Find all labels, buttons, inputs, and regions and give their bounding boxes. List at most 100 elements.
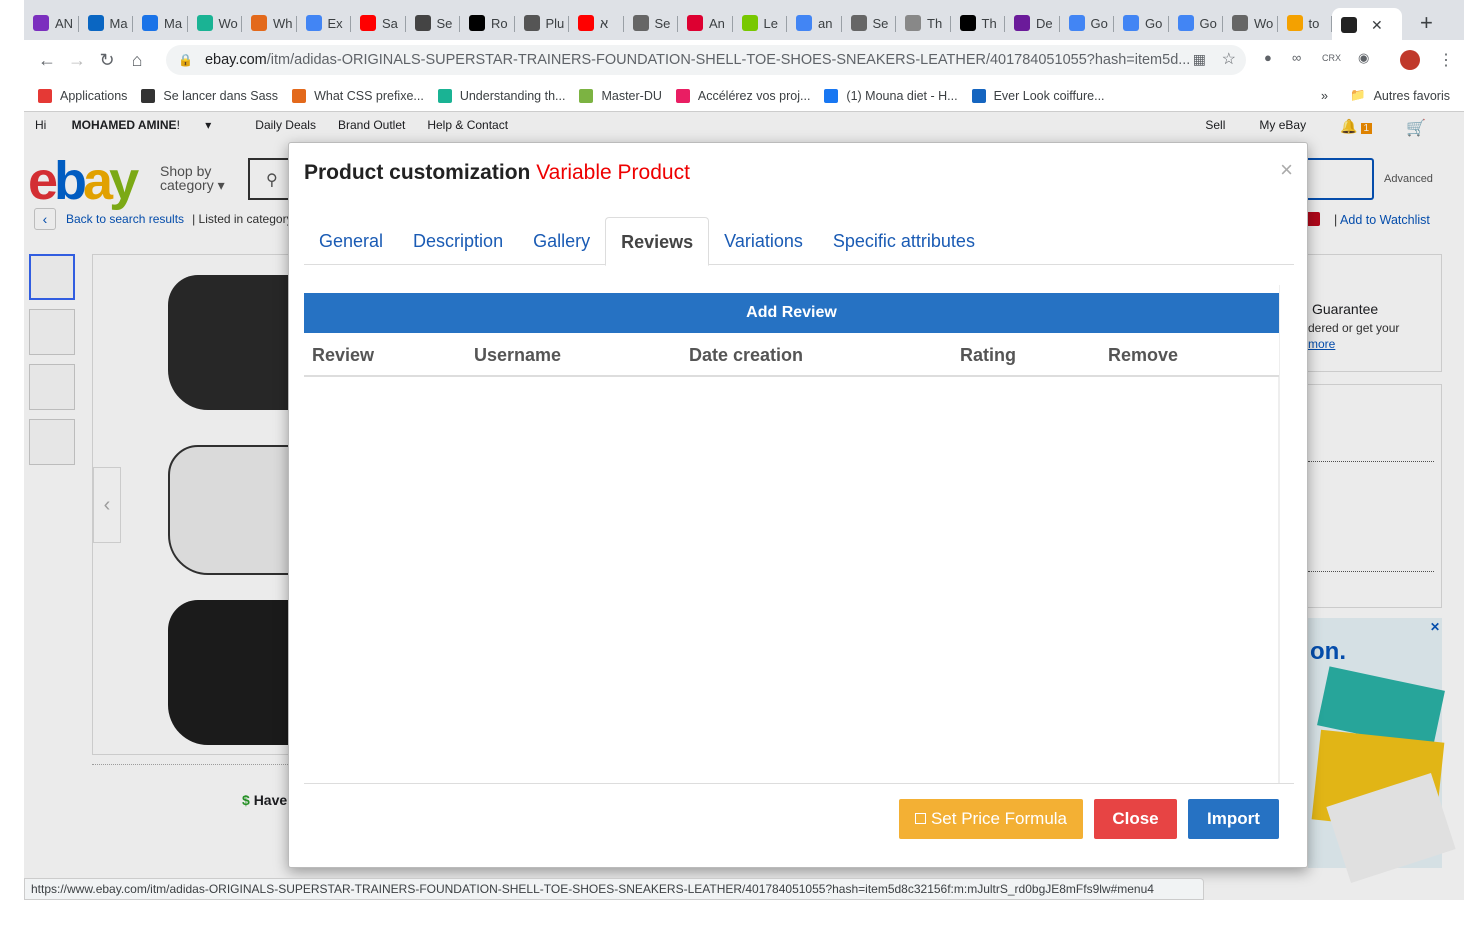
- browser-tab[interactable]: Wh: [242, 8, 297, 38]
- bookmark-item[interactable]: Ever Look coiffure...: [971, 88, 1105, 103]
- set-price-formula-button[interactable]: Set Price Formula: [899, 799, 1083, 839]
- tab-title: De: [1036, 15, 1053, 31]
- browser-tab[interactable]: an: [787, 8, 842, 38]
- browser-tab[interactable]: Se: [406, 8, 461, 38]
- tab-description[interactable]: Description: [398, 217, 518, 265]
- tab-gallery[interactable]: Gallery: [518, 217, 605, 265]
- bookmark-label: Understanding th...: [459, 88, 566, 103]
- browser-toolbar: ← → ↻ ⌂ 🔒 ebay.com/itm/adidas-ORIGINALS-…: [24, 40, 1464, 80]
- bookmark-star-icon[interactable]: ☆: [1222, 49, 1236, 69]
- infinity-extension-icon[interactable]: ∞: [1292, 50, 1301, 65]
- url-host: ebay.com: [204, 52, 267, 68]
- extension-icon[interactable]: ◉: [1358, 50, 1369, 66]
- tab-specific-attributes[interactable]: Specific attributes: [818, 217, 990, 265]
- crx-extension-icon[interactable]: CRX: [1322, 53, 1341, 63]
- browser-tab[interactable]: Go: [1060, 8, 1115, 38]
- browser-tab[interactable]: Se: [842, 8, 897, 38]
- lock-icon: 🔒: [178, 53, 193, 67]
- bookmark-label: What CSS prefixe...: [314, 88, 424, 103]
- tab-reviews[interactable]: Reviews: [605, 217, 710, 266]
- bookmark-item[interactable]: Applications: [38, 88, 127, 103]
- column-date-creation: Date creation: [689, 345, 804, 365]
- browser-tab[interactable]: Th: [896, 8, 951, 38]
- forward-arrow-icon[interactable]: →: [62, 50, 92, 71]
- profile-avatar[interactable]: [1400, 50, 1420, 70]
- tab-title: Go: [1145, 15, 1163, 31]
- product-customization-modal: Product customization Variable Product ×…: [288, 142, 1308, 868]
- import-button[interactable]: Import: [1188, 799, 1279, 839]
- browser-tab[interactable]: Ma: [79, 8, 134, 38]
- browser-tab[interactable]: Le: [733, 8, 788, 38]
- close-tab-icon[interactable]: ✕: [1371, 17, 1383, 34]
- wordpress-icon: [850, 15, 867, 31]
- bookmark-icon: [971, 88, 986, 103]
- bookmark-item[interactable]: Master-DU: [579, 88, 662, 103]
- home-icon[interactable]: ⌂: [122, 50, 152, 71]
- bookmark-icon: [675, 88, 690, 103]
- other-bookmarks[interactable]: 📁 Autres favoris: [1350, 88, 1450, 103]
- tab-title: Ma: [164, 15, 183, 31]
- doc-icon: [414, 15, 431, 31]
- add-review-button[interactable]: Add Review: [304, 293, 1279, 333]
- set-price-formula-label: Set Price Formula: [930, 809, 1068, 828]
- bookmark-label: (1) Mouna diet - H...: [846, 88, 958, 103]
- puzzle-icon: [305, 15, 322, 31]
- column-username: Username: [474, 345, 562, 365]
- bookmark-item[interactable]: Understanding th...: [437, 88, 566, 103]
- reload-icon[interactable]: ↻: [92, 50, 122, 71]
- browser-tab[interactable]: Ex: [297, 8, 352, 38]
- browser-tab[interactable]: ⁧א⁩: [569, 8, 624, 38]
- close-button[interactable]: Close: [1094, 799, 1177, 839]
- close-icon[interactable]: ×: [1280, 157, 1293, 183]
- browser-tab[interactable]: Go: [1169, 8, 1224, 38]
- browser-tab[interactable]: Ro: [460, 8, 515, 38]
- browser-tab[interactable]: Ma: [133, 8, 188, 38]
- tab-general[interactable]: General: [304, 217, 398, 265]
- browser-tab[interactable]: Th: [951, 8, 1006, 38]
- browser-tab[interactable]: Wo: [1223, 8, 1278, 38]
- new-tab-icon[interactable]: +: [1420, 10, 1433, 36]
- column-review: Review: [312, 345, 375, 365]
- reviews-table-header: Review Username Date creation Rating Rem…: [304, 333, 1279, 377]
- bookmark-icon: [579, 88, 594, 103]
- scrollbar[interactable]: [1279, 285, 1294, 783]
- tab-title: Th: [927, 15, 943, 31]
- angular-icon: [687, 15, 703, 31]
- browser-tab[interactable]: Sa: [351, 8, 406, 38]
- browser-tab[interactable]: Se: [624, 8, 679, 38]
- bookmarks-overflow-icon[interactable]: »: [1321, 89, 1328, 103]
- extension-icon[interactable]: ●: [1264, 50, 1272, 65]
- translate-icon[interactable]: ▦: [1193, 51, 1206, 68]
- browser-tab[interactable]: An: [678, 8, 733, 38]
- tab-title: Sa: [382, 15, 398, 31]
- browser-tab[interactable]: Wo: [188, 8, 243, 38]
- modal-subtitle: Variable Product: [536, 161, 690, 184]
- bookmark-item[interactable]: Accélérez vos proj...: [675, 88, 810, 103]
- bookmark-item[interactable]: Se lancer dans Sass: [141, 88, 279, 103]
- tab-title: AN: [55, 15, 74, 31]
- address-bar[interactable]: 🔒 ebay.com/itm/adidas-ORIGINALS-SUPERSTA…: [166, 45, 1246, 75]
- browser-tab[interactable]: to: [1278, 8, 1333, 38]
- tab-title: an: [818, 15, 833, 31]
- bookmark-item[interactable]: (1) Mouna diet - H...: [824, 88, 958, 103]
- bookmark-item[interactable]: What CSS prefixe...: [292, 88, 424, 103]
- tab-title: Go: [1090, 15, 1108, 31]
- folder-icon: 📁: [1350, 88, 1366, 102]
- tab-title: An: [709, 15, 725, 31]
- menu-dots-icon[interactable]: ⋮: [1438, 50, 1454, 70]
- bookmark-label: Se lancer dans Sass: [163, 88, 279, 103]
- ebay-bag-icon: [1341, 17, 1357, 33]
- column-remove: Remove: [1108, 345, 1179, 365]
- browser-tab[interactable]: Go: [1114, 8, 1169, 38]
- angular-icon: [469, 15, 485, 31]
- youtube-icon: [360, 15, 376, 31]
- onenote-icon: [33, 15, 49, 31]
- browser-tab[interactable]: AN: [24, 8, 79, 38]
- star-icon: [251, 15, 267, 31]
- browser-tab[interactable]: De: [1005, 8, 1060, 38]
- browser-tab[interactable]: ✕: [1332, 8, 1402, 42]
- browser-tab[interactable]: Plu: [515, 8, 570, 38]
- back-arrow-icon[interactable]: ←: [32, 50, 62, 71]
- tab-variations[interactable]: Variations: [709, 217, 818, 265]
- tab-title: Go: [1199, 15, 1217, 31]
